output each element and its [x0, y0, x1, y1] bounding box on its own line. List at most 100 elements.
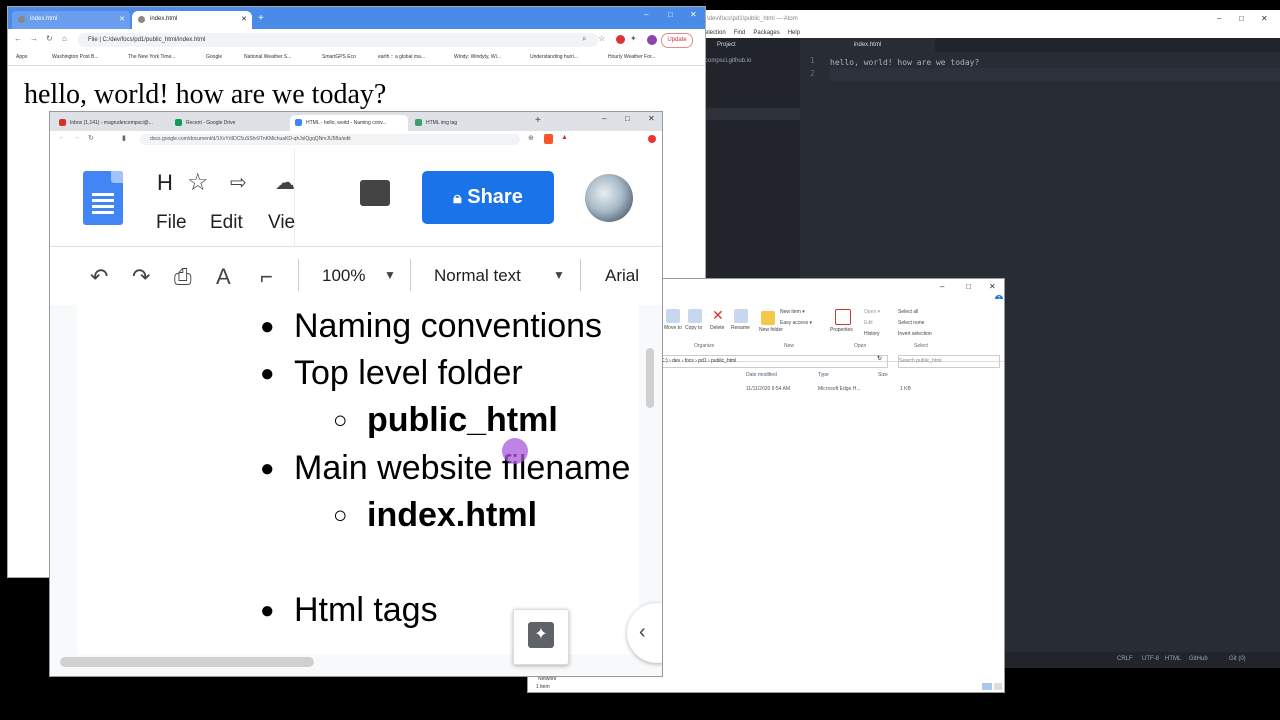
rename-button[interactable]: Rename [731, 325, 750, 331]
properties-button[interactable]: Properties [830, 327, 853, 333]
edit-button[interactable]: Edit [864, 320, 873, 326]
status-line-ending[interactable]: CRLF [1117, 656, 1133, 662]
atom-menu-help[interactable]: Help [788, 30, 800, 36]
chevron-down-icon[interactable]: ▼ [384, 268, 396, 282]
docs-address-bar[interactable]: docs.google.com/document/d/1XvYrtIDC5uSS… [140, 134, 520, 145]
copy-to-button[interactable]: Copy to [685, 325, 702, 331]
menu-view[interactable]: Vie [268, 212, 295, 234]
menu-file[interactable]: File [156, 212, 187, 234]
reload-icon[interactable]: ↻ [46, 34, 53, 43]
close-button[interactable]: ✕ [690, 10, 697, 19]
address-path[interactable]: C:) › dev › focs › pd1 › public_html [660, 355, 888, 368]
atom-menu-packages[interactable]: Packages [753, 30, 779, 36]
move-to-button[interactable]: Move to [664, 325, 682, 331]
history-button[interactable]: History [864, 331, 880, 337]
bookmark-item[interactable]: earth :: a global ma... [378, 54, 425, 60]
close-icon[interactable]: ✕ [241, 15, 247, 23]
back-icon[interactable]: ← [58, 134, 65, 141]
bookmark-item[interactable]: The New York Time... [128, 54, 176, 60]
paint-format-icon[interactable]: ⌐ [260, 264, 273, 290]
paragraph-style-select[interactable]: Normal text [434, 266, 521, 286]
list-item[interactable]: ● Naming conventions [260, 307, 602, 346]
tiles-view-icon[interactable] [994, 683, 1002, 690]
share-button[interactable]: 🔒︎ Share [422, 171, 554, 224]
atom-tab-index[interactable]: index.html [800, 38, 935, 52]
bookmark-item[interactable]: Hourly Weather For... [608, 54, 655, 60]
tree-item-selected[interactable] [705, 108, 800, 120]
move-folder-icon[interactable]: ⇨ [230, 170, 247, 195]
menu-icon[interactable] [648, 135, 656, 143]
atom-menu-find[interactable]: Find [734, 30, 746, 36]
menu-edit[interactable]: Edit [210, 212, 243, 234]
chevron-down-icon[interactable]: ▼ [553, 268, 565, 282]
zoom-icon[interactable]: ⊕ [528, 134, 534, 142]
cloud-status-icon[interactable]: ☁ [275, 170, 295, 195]
atom-menu-selection[interactable]: election [705, 30, 726, 36]
font-select[interactable]: Arial [605, 266, 639, 286]
explorer-minimize-button[interactable]: – [940, 282, 944, 291]
status-github[interactable]: GitHub [1189, 656, 1208, 662]
explore-button[interactable]: ✦ [513, 609, 569, 665]
easy-access-button[interactable]: Easy access ▾ [780, 320, 812, 326]
search-input[interactable]: Search public_html [898, 355, 1000, 368]
copy-to-icon[interactable] [688, 309, 702, 323]
tree-item-repo[interactable]: compsci.github.io [705, 58, 751, 64]
bookmark-item[interactable]: Windy: Windyty, Wi... [454, 54, 501, 60]
star-icon[interactable]: ☆ [598, 34, 605, 43]
vertical-scrollbar[interactable] [646, 348, 654, 408]
forward-icon[interactable]: → [30, 34, 38, 43]
maximize-button[interactable]: □ [668, 10, 673, 19]
back-icon[interactable]: ← [14, 34, 22, 43]
docs-minimize-button[interactable]: – [602, 114, 606, 123]
refresh-icon[interactable]: ↻ [877, 355, 882, 362]
status-grammar[interactable]: HTML [1165, 656, 1181, 662]
new-item-button[interactable]: New item ▾ [780, 309, 805, 315]
bookmark-apps[interactable]: Apps [16, 54, 27, 60]
undo-icon[interactable]: ↶ [90, 264, 108, 290]
update-button[interactable]: Update [661, 33, 693, 48]
docs-close-button[interactable]: ✕ [648, 114, 655, 123]
atom-close-button[interactable]: ✕ [1261, 14, 1268, 23]
profile-avatar[interactable] [647, 35, 657, 45]
search-icon[interactable]: ⌕ [582, 34, 586, 44]
comments-icon[interactable] [360, 180, 390, 206]
docs-maximize-button[interactable]: □ [625, 114, 630, 123]
close-icon[interactable]: ✕ [119, 15, 125, 23]
cursor-line-highlight[interactable] [830, 68, 1280, 81]
open-button[interactable]: Open ▾ [864, 309, 880, 315]
atom-maximize-button[interactable]: □ [1239, 14, 1244, 23]
docs-logo-icon[interactable] [83, 171, 123, 225]
account-avatar[interactable] [585, 174, 633, 222]
atom-minimize-button[interactable]: – [1217, 14, 1221, 23]
spellcheck-icon[interactable]: A [216, 264, 231, 290]
select-none-button[interactable]: Select none [898, 320, 924, 326]
redo-icon[interactable]: ↷ [132, 264, 150, 290]
details-view-icon[interactable] [982, 683, 992, 690]
browser-tab-1[interactable]: index.html ✕ [12, 11, 130, 29]
bookmark-item[interactable]: Washington Post B... [52, 54, 99, 60]
rewards-icon[interactable]: ▲ [561, 134, 568, 141]
document-page[interactable]: ● Naming conventions ● Top level folder ○ p… [77, 305, 639, 655]
select-all-button[interactable]: Select all [898, 309, 918, 315]
address-bar[interactable]: File | C:/dev/focs/pd1/public_html/index… [78, 33, 598, 47]
list-item[interactable]: ● Top level folder [260, 354, 523, 393]
star-icon[interactable]: ☆ [187, 168, 209, 197]
bookmark-item[interactable]: Understanding hurri... [530, 54, 578, 60]
minimize-button[interactable]: – [644, 10, 648, 19]
col-size[interactable]: Size [878, 372, 888, 378]
list-item[interactable]: ● Main website filename [260, 449, 630, 488]
new-folder-icon[interactable] [761, 311, 775, 325]
bookmark-item[interactable]: National Weather S... [244, 54, 291, 60]
properties-icon[interactable] [835, 309, 851, 325]
browser-tab-2[interactable]: index.html ✕ [132, 11, 252, 29]
list-item[interactable]: ○ index.html [333, 496, 537, 535]
new-tab-button[interactable]: + [535, 115, 541, 126]
col-type[interactable]: Type [818, 372, 829, 378]
home-icon[interactable]: ⌂ [62, 34, 67, 43]
invert-selection-button[interactable]: Invert selection [898, 331, 932, 337]
forward-icon[interactable]: → [73, 134, 80, 141]
status-git[interactable]: Git (0) [1229, 656, 1246, 662]
list-item[interactable]: ● Html tags [260, 591, 438, 630]
bookmark-item[interactable]: SmartGPS Eco [322, 54, 356, 60]
tab-docs[interactable]: HTML - hello, world - Naming conv... [290, 115, 408, 131]
